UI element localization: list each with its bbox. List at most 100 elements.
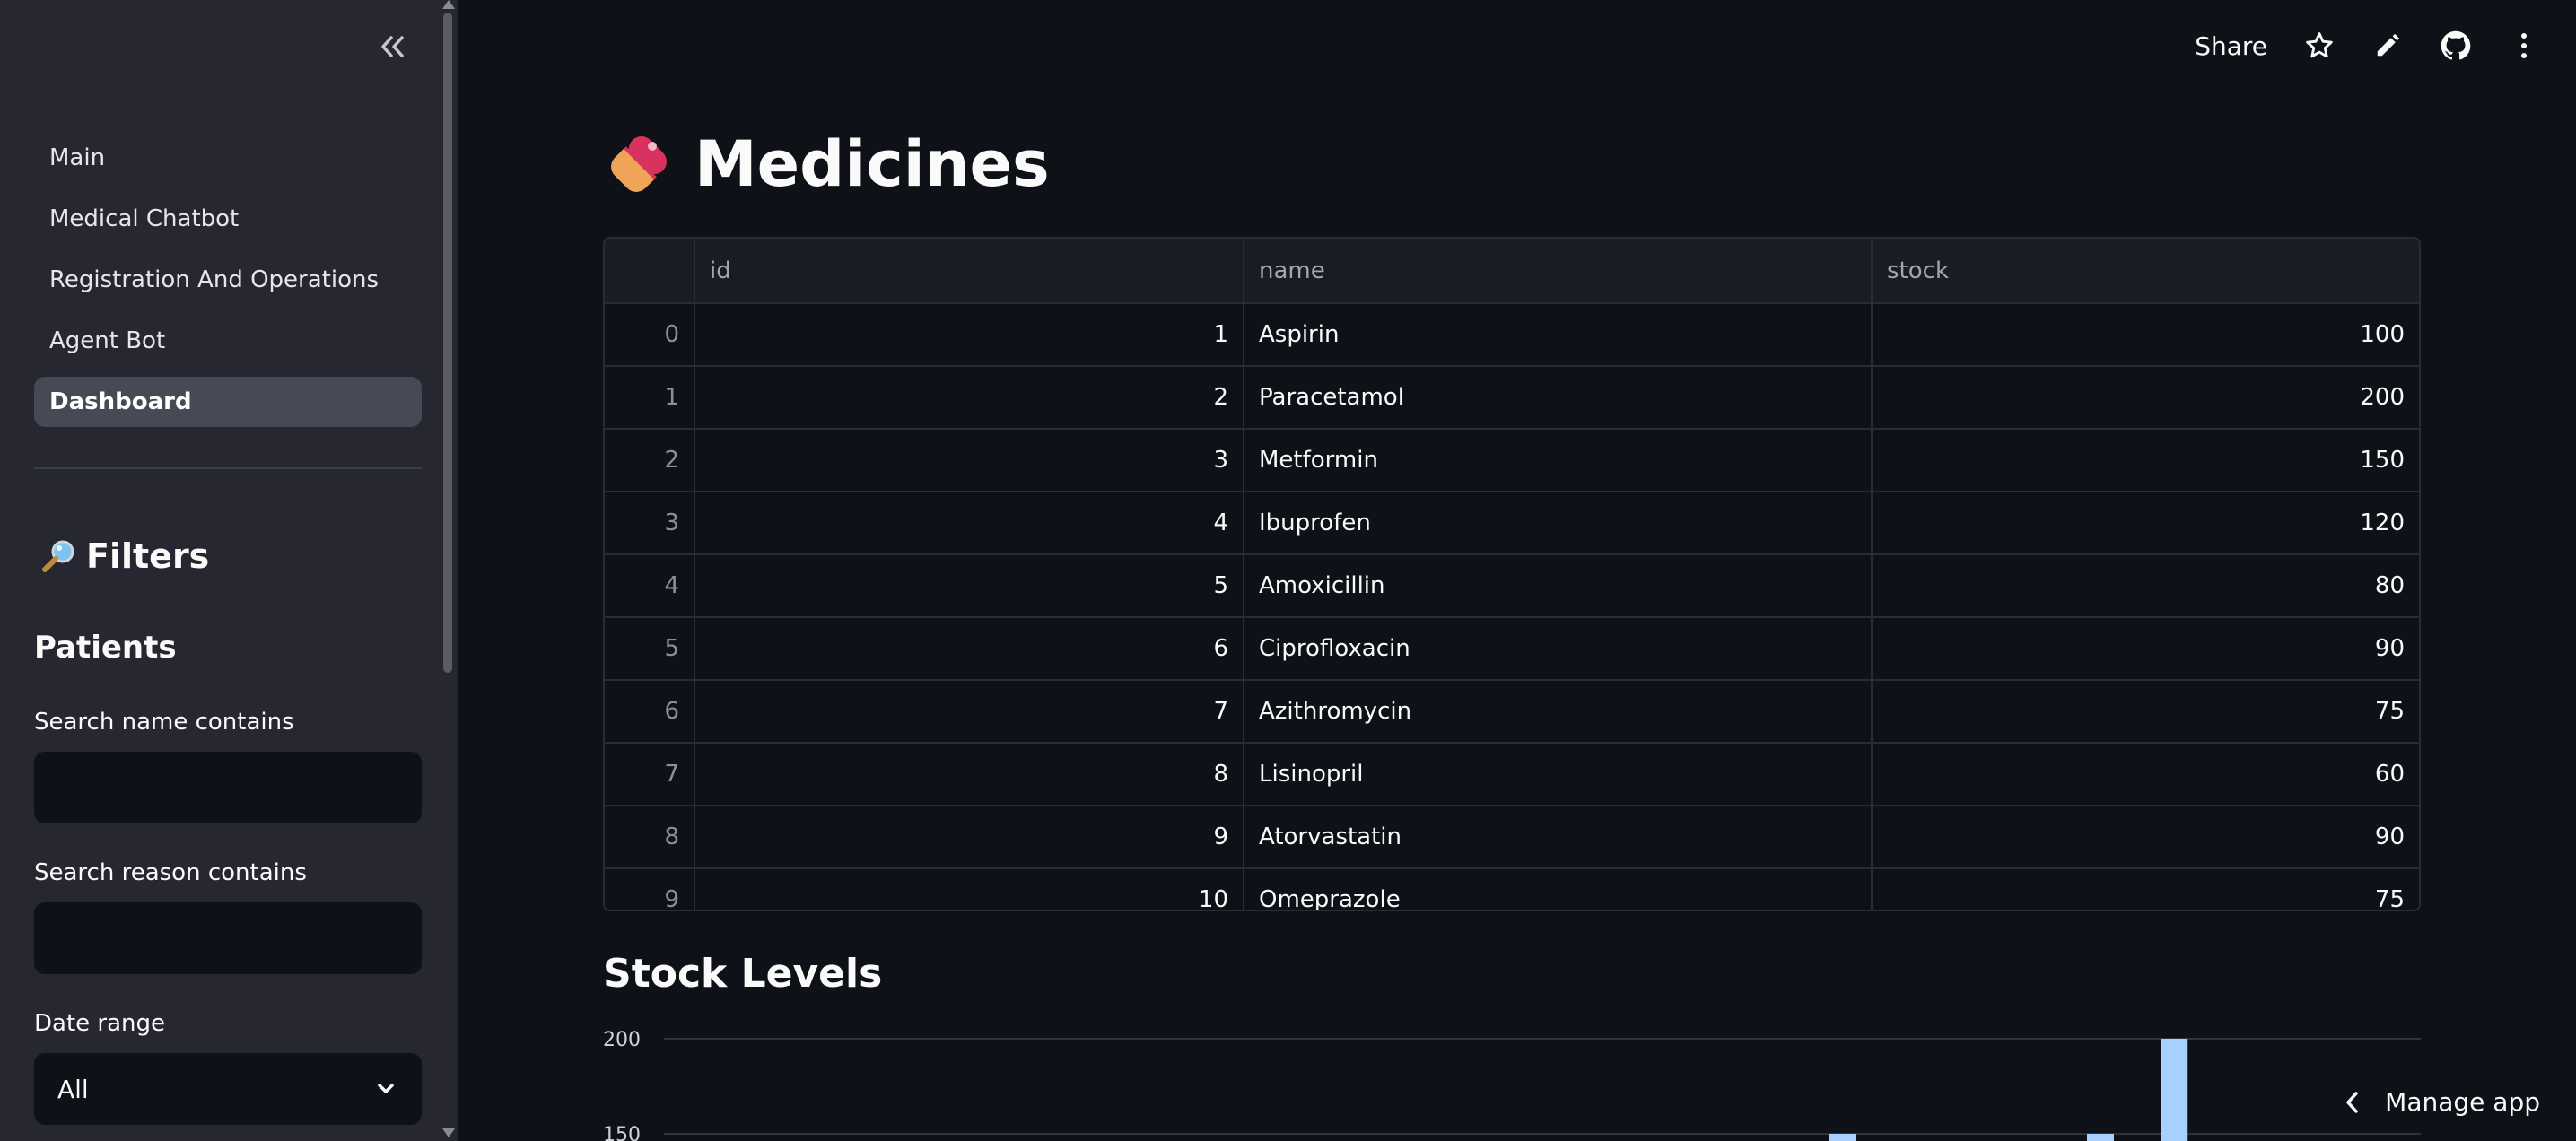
filters-heading: Filters: [39, 536, 209, 576]
id-cell[interactable]: 2: [694, 366, 1244, 430]
table-row[interactable]: 8 9 Atorvastatin 90: [605, 806, 2419, 869]
y-tick-label: 200: [603, 1029, 641, 1051]
chart-bar[interactable]: [1829, 1134, 1856, 1141]
search-name-input[interactable]: [34, 752, 422, 823]
row-index-cell[interactable]: 3: [605, 492, 695, 555]
sidebar-item-main[interactable]: Main: [34, 133, 422, 183]
date-range-select[interactable]: All: [34, 1053, 422, 1125]
chart-title: Stock Levels: [603, 951, 883, 997]
page-title: Medicines: [603, 127, 1050, 201]
name-cell[interactable]: Aspirin: [1244, 303, 1873, 367]
sidebar: Main Medical Chatbot Registration And Op…: [0, 0, 458, 1141]
magnifier-emoji-icon: [42, 540, 74, 572]
sidebar-divider: [34, 467, 422, 469]
id-cell[interactable]: 1: [694, 303, 1244, 367]
sidebar-nav: Main Medical Chatbot Registration And Op…: [34, 133, 422, 438]
stock-levels-chart[interactable]: 200 150: [592, 1023, 2423, 1141]
id-cell[interactable]: 7: [694, 680, 1244, 744]
name-cell[interactable]: Lisinopril: [1244, 743, 1873, 806]
edit-button[interactable]: [2371, 30, 2404, 62]
table-row[interactable]: 7 8 Lisinopril 60: [605, 743, 2419, 806]
stock-cell[interactable]: 90: [1872, 617, 2419, 681]
id-cell[interactable]: 4: [694, 492, 1244, 555]
search-reason-label: Search reason contains: [34, 859, 307, 886]
name-cell[interactable]: Ciprofloxacin: [1244, 617, 1873, 681]
name-cell[interactable]: Atorvastatin: [1244, 806, 1873, 869]
column-header-id[interactable]: id: [694, 239, 1244, 304]
manage-app-label: Manage app: [2385, 1087, 2540, 1117]
chevron-left-icon: [2346, 1091, 2358, 1113]
sidebar-item-dashboard[interactable]: Dashboard: [34, 377, 422, 427]
id-cell[interactable]: 6: [694, 617, 1244, 681]
row-index-cell[interactable]: 6: [605, 680, 695, 744]
stock-cell[interactable]: 200: [1872, 366, 2419, 430]
name-cell[interactable]: Omeprazole: [1244, 868, 1873, 910]
stock-cell[interactable]: 90: [1872, 806, 2419, 869]
column-header-stock[interactable]: stock: [1872, 239, 2419, 304]
medicines-table[interactable]: id name stock 0 1 Aspirin 100 1 2 Paracetamol 2…: [603, 237, 2421, 911]
row-index-cell[interactable]: 9: [605, 868, 695, 910]
share-button[interactable]: Share: [2195, 31, 2267, 61]
pill-emoji-icon: [611, 136, 667, 192]
stock-cell[interactable]: 150: [1872, 429, 2419, 492]
table-row[interactable]: 9 10 Omeprazole 75: [605, 868, 2419, 910]
column-header-index[interactable]: [605, 239, 695, 304]
id-cell[interactable]: 10: [694, 868, 1244, 910]
filters-title: Filters: [86, 536, 210, 576]
column-header-name[interactable]: name: [1244, 239, 1873, 304]
stock-cell[interactable]: 80: [1872, 554, 2419, 618]
scroll-down-arrow-icon[interactable]: [442, 1128, 455, 1137]
row-index-cell[interactable]: 5: [605, 617, 695, 681]
sidebar-scrollbar[interactable]: [440, 0, 458, 1141]
name-cell[interactable]: Ibuprofen: [1244, 492, 1873, 555]
table-row[interactable]: 1 2 Paracetamol 200: [605, 366, 2419, 430]
stock-cell[interactable]: 120: [1872, 492, 2419, 555]
id-cell[interactable]: 9: [694, 806, 1244, 869]
row-index-cell[interactable]: 4: [605, 554, 695, 618]
date-range-label: Date range: [34, 1010, 166, 1037]
pencil-icon: [2377, 33, 2400, 57]
row-index-cell[interactable]: 8: [605, 806, 695, 869]
table-row[interactable]: 2 3 Metformin 150: [605, 429, 2419, 492]
row-index-cell[interactable]: 1: [605, 366, 695, 430]
name-cell[interactable]: Amoxicillin: [1244, 554, 1873, 618]
row-index-cell[interactable]: 7: [605, 743, 695, 806]
row-index-cell[interactable]: 2: [605, 429, 695, 492]
page-title-text: Medicines: [694, 127, 1050, 201]
table-row[interactable]: 3 4 Ibuprofen 120: [605, 492, 2419, 555]
github-button[interactable]: [2440, 30, 2472, 62]
stock-cell[interactable]: 60: [1872, 743, 2419, 806]
name-cell[interactable]: Azithromycin: [1244, 680, 1873, 744]
double-chevron-left-icon: [381, 36, 404, 57]
sidebar-item-agent-bot[interactable]: Agent Bot: [34, 316, 422, 366]
name-cell[interactable]: Metformin: [1244, 429, 1873, 492]
collapse-sidebar-button[interactable]: [371, 25, 415, 68]
main-menu-button[interactable]: [2508, 30, 2540, 62]
table-row[interactable]: 4 5 Amoxicillin 80: [605, 554, 2419, 618]
star-icon: [2306, 32, 2333, 58]
manage-app-button[interactable]: Manage app: [2344, 1087, 2540, 1117]
sidebar-item-registration-and-operations[interactable]: Registration And Operations: [34, 255, 422, 305]
table-header-row: id name stock: [605, 239, 2419, 304]
scroll-up-arrow-icon[interactable]: [442, 0, 455, 9]
id-cell[interactable]: 3: [694, 429, 1244, 492]
github-icon: [2441, 30, 2471, 60]
search-reason-input[interactable]: [34, 902, 422, 974]
id-cell[interactable]: 8: [694, 743, 1244, 806]
sidebar-scroll-thumb[interactable]: [443, 13, 452, 673]
table-row[interactable]: 5 6 Ciprofloxacin 90: [605, 617, 2419, 681]
stock-cell[interactable]: 75: [1872, 868, 2419, 910]
table-row[interactable]: 0 1 Aspirin 100: [605, 303, 2419, 367]
row-index-cell[interactable]: 0: [605, 303, 695, 367]
date-range-value: All: [57, 1074, 89, 1104]
chevron-down-icon: [378, 1084, 394, 1093]
stock-cell[interactable]: 75: [1872, 680, 2419, 744]
stock-cell[interactable]: 100: [1872, 303, 2419, 367]
name-cell[interactable]: Paracetamol: [1244, 366, 1873, 430]
table-row[interactable]: 6 7 Azithromycin 75: [605, 680, 2419, 744]
star-button[interactable]: [2303, 30, 2336, 62]
chart-bar[interactable]: [2161, 1039, 2188, 1141]
id-cell[interactable]: 5: [694, 554, 1244, 618]
chart-bar[interactable]: [2086, 1134, 2114, 1141]
sidebar-item-medical-chatbot[interactable]: Medical Chatbot: [34, 194, 422, 244]
